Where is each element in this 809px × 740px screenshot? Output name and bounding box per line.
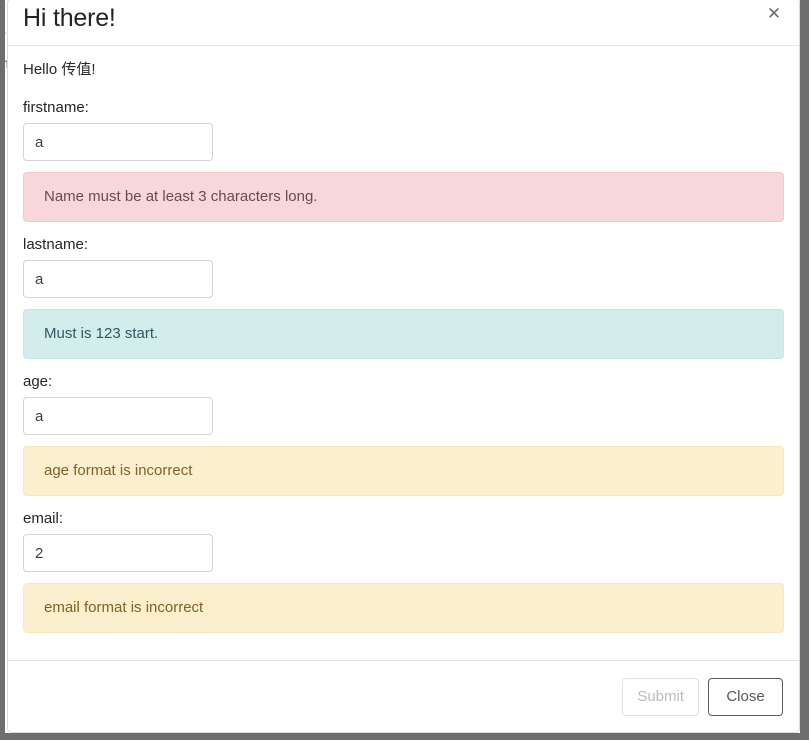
close-icon[interactable]: ✕ — [761, 1, 787, 27]
label-age: age: — [23, 373, 53, 390]
alert-age: age format is incorrect — [23, 446, 784, 496]
modal-backdrop-bottom — [0, 733, 809, 740]
modal-footer: Submit Close — [8, 660, 799, 732]
label-lastname: lastname: — [23, 236, 89, 253]
field-group-age: age: age format is incorrect — [23, 372, 784, 496]
alert-firstname: Name must be at least 3 characters long. — [23, 172, 784, 222]
close-button[interactable]: Close — [708, 677, 783, 716]
modal-header: Hi there! ✕ — [8, 0, 799, 46]
label-firstname: firstname: — [23, 99, 89, 116]
page-scrollbar-left[interactable] — [0, 0, 5, 740]
field-group-lastname: lastname: Must is 123 start. — [23, 235, 784, 359]
page-root: r n Hi there! ✕ Hello 传值! firstname: Nam… — [0, 0, 809, 740]
modal-body: Hello 传值! firstname: Name must be at lea… — [8, 46, 799, 662]
input-firstname[interactable] — [23, 123, 213, 161]
field-group-email: email: email format is incorrect — [23, 509, 784, 633]
input-email[interactable] — [23, 534, 213, 572]
label-email: email: — [23, 510, 64, 527]
submit-button[interactable]: Submit — [622, 677, 699, 716]
modal-dialog: Hi there! ✕ Hello 传值! firstname: Name mu… — [7, 0, 800, 733]
input-lastname[interactable] — [23, 260, 213, 298]
page-scrollbar-right[interactable] — [800, 0, 809, 740]
input-age[interactable] — [23, 397, 213, 435]
modal-title: Hi there! — [23, 4, 116, 32]
alert-lastname: Must is 123 start. — [23, 309, 784, 359]
field-group-firstname: firstname: Name must be at least 3 chara… — [23, 98, 784, 222]
alert-email: email format is incorrect — [23, 583, 784, 633]
greeting-text: Hello 传值! — [23, 61, 96, 78]
